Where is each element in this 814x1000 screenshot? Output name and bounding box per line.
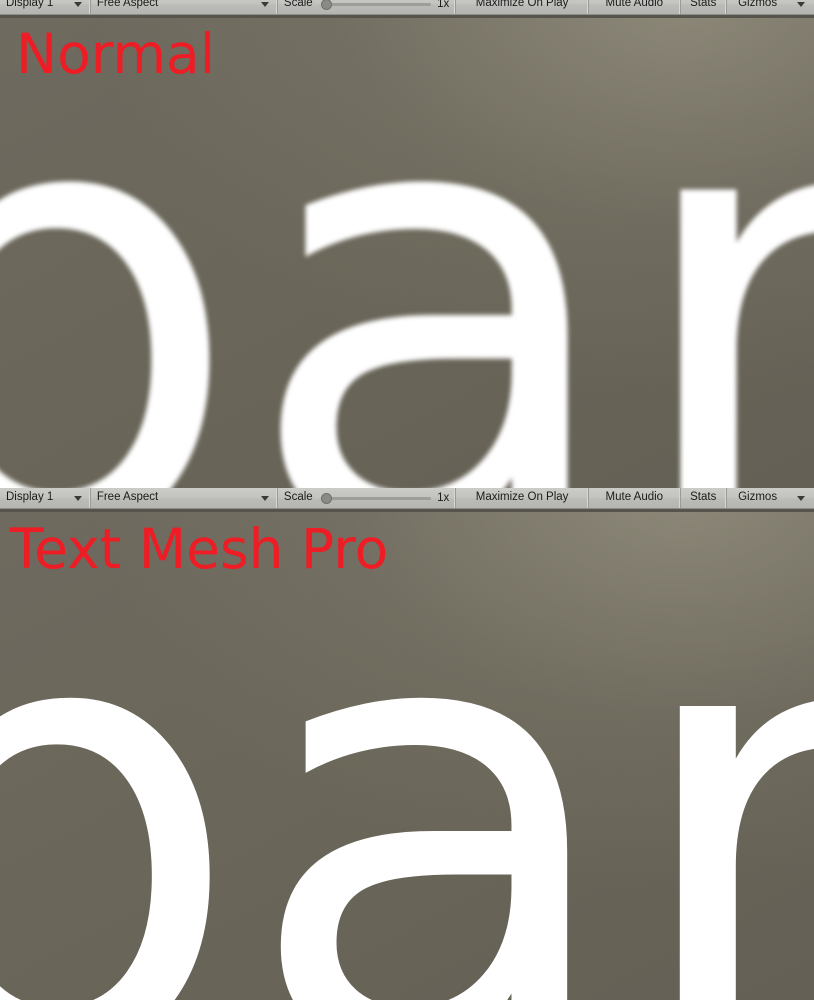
stats-label: Stats [690, 490, 717, 503]
scale-label: Scale [283, 0, 313, 9]
display-dropdown-label: Display 1 [6, 490, 54, 503]
game-view-canvas-normal: bar [0, 18, 814, 488]
aspect-ratio-label: Free Aspect [96, 490, 159, 503]
scale-value: 1x [437, 0, 450, 10]
scale-slider-knob[interactable] [320, 492, 332, 504]
scale-slider-tmp[interactable]: 1x [320, 492, 450, 504]
mute-audio-button-tmp[interactable]: Mute Audio [589, 488, 681, 508]
scale-label: Scale [283, 490, 313, 503]
chevron-down-icon [73, 495, 82, 501]
maximize-on-play-button-tmp[interactable]: Maximize On Play [456, 488, 589, 508]
scale-value: 1x [437, 492, 450, 504]
display-dropdown-tmp[interactable]: Display 1 [0, 488, 91, 508]
maximize-on-play-label: Maximize On Play [475, 490, 569, 503]
mute-audio-label: Mute Audio [605, 0, 664, 9]
game-view-top-border [0, 15, 814, 18]
chevron-down-icon [260, 1, 269, 7]
maximize-on-play-label: Maximize On Play [475, 0, 569, 9]
chevron-down-icon [260, 495, 269, 501]
game-text-tmp: bar [0, 512, 814, 1000]
gizmos-dropdown-normal[interactable] [788, 0, 814, 14]
display-dropdown-label: Display 1 [6, 0, 54, 9]
mute-audio-label: Mute Audio [605, 490, 664, 503]
gizmos-dropdown-tmp[interactable] [788, 488, 814, 508]
unity-game-view-comparison: bar Normal Display 1 Free Aspect Scale 1… [0, 0, 814, 1000]
gizmos-label: Gizmos [738, 0, 778, 9]
stats-label: Stats [690, 0, 717, 9]
gizmos-label: Gizmos [738, 490, 778, 503]
game-view-bottom-border [0, 509, 814, 512]
scale-slider-group-normal[interactable]: Scale 1x [278, 0, 457, 14]
mute-audio-button-normal[interactable]: Mute Audio [589, 0, 681, 14]
aspect-ratio-dropdown-normal[interactable]: Free Aspect [91, 0, 278, 14]
scale-slider-normal[interactable]: 1x [320, 0, 450, 10]
stats-button-tmp[interactable]: Stats [681, 488, 727, 508]
gizmos-button-normal[interactable]: Gizmos [727, 0, 789, 14]
game-view-panel-tmp: bar Text Mesh Pro Display 1 Free Aspect … [0, 488, 814, 1000]
display-dropdown-normal[interactable]: Display 1 [0, 0, 91, 14]
gizmos-button-tmp[interactable]: Gizmos [727, 488, 789, 508]
game-text-normal: bar [0, 18, 814, 488]
overlay-label-tmp: Text Mesh Pro [10, 517, 389, 581]
chevron-down-icon [797, 1, 806, 7]
scale-slider-track[interactable] [320, 492, 432, 504]
scale-slider-group-tmp[interactable]: Scale 1x [278, 488, 457, 508]
scale-slider-knob[interactable] [320, 0, 332, 10]
game-view-panel-normal: bar Normal Display 1 Free Aspect Scale 1… [0, 0, 814, 488]
game-view-toolbar-tmp: Display 1 Free Aspect Scale 1x Maximize … [0, 488, 814, 509]
aspect-ratio-label: Free Aspect [96, 0, 159, 9]
game-view-canvas-tmp: bar [0, 512, 814, 1000]
overlay-label-normal: Normal [16, 22, 215, 86]
chevron-down-icon [797, 495, 806, 501]
game-view-toolbar-normal: Display 1 Free Aspect Scale 1x Maximize … [0, 0, 814, 15]
maximize-on-play-button-normal[interactable]: Maximize On Play [456, 0, 589, 14]
stats-button-normal[interactable]: Stats [681, 0, 727, 14]
chevron-down-icon [73, 1, 82, 7]
scale-slider-track[interactable] [320, 0, 432, 10]
aspect-ratio-dropdown-tmp[interactable]: Free Aspect [91, 488, 278, 508]
